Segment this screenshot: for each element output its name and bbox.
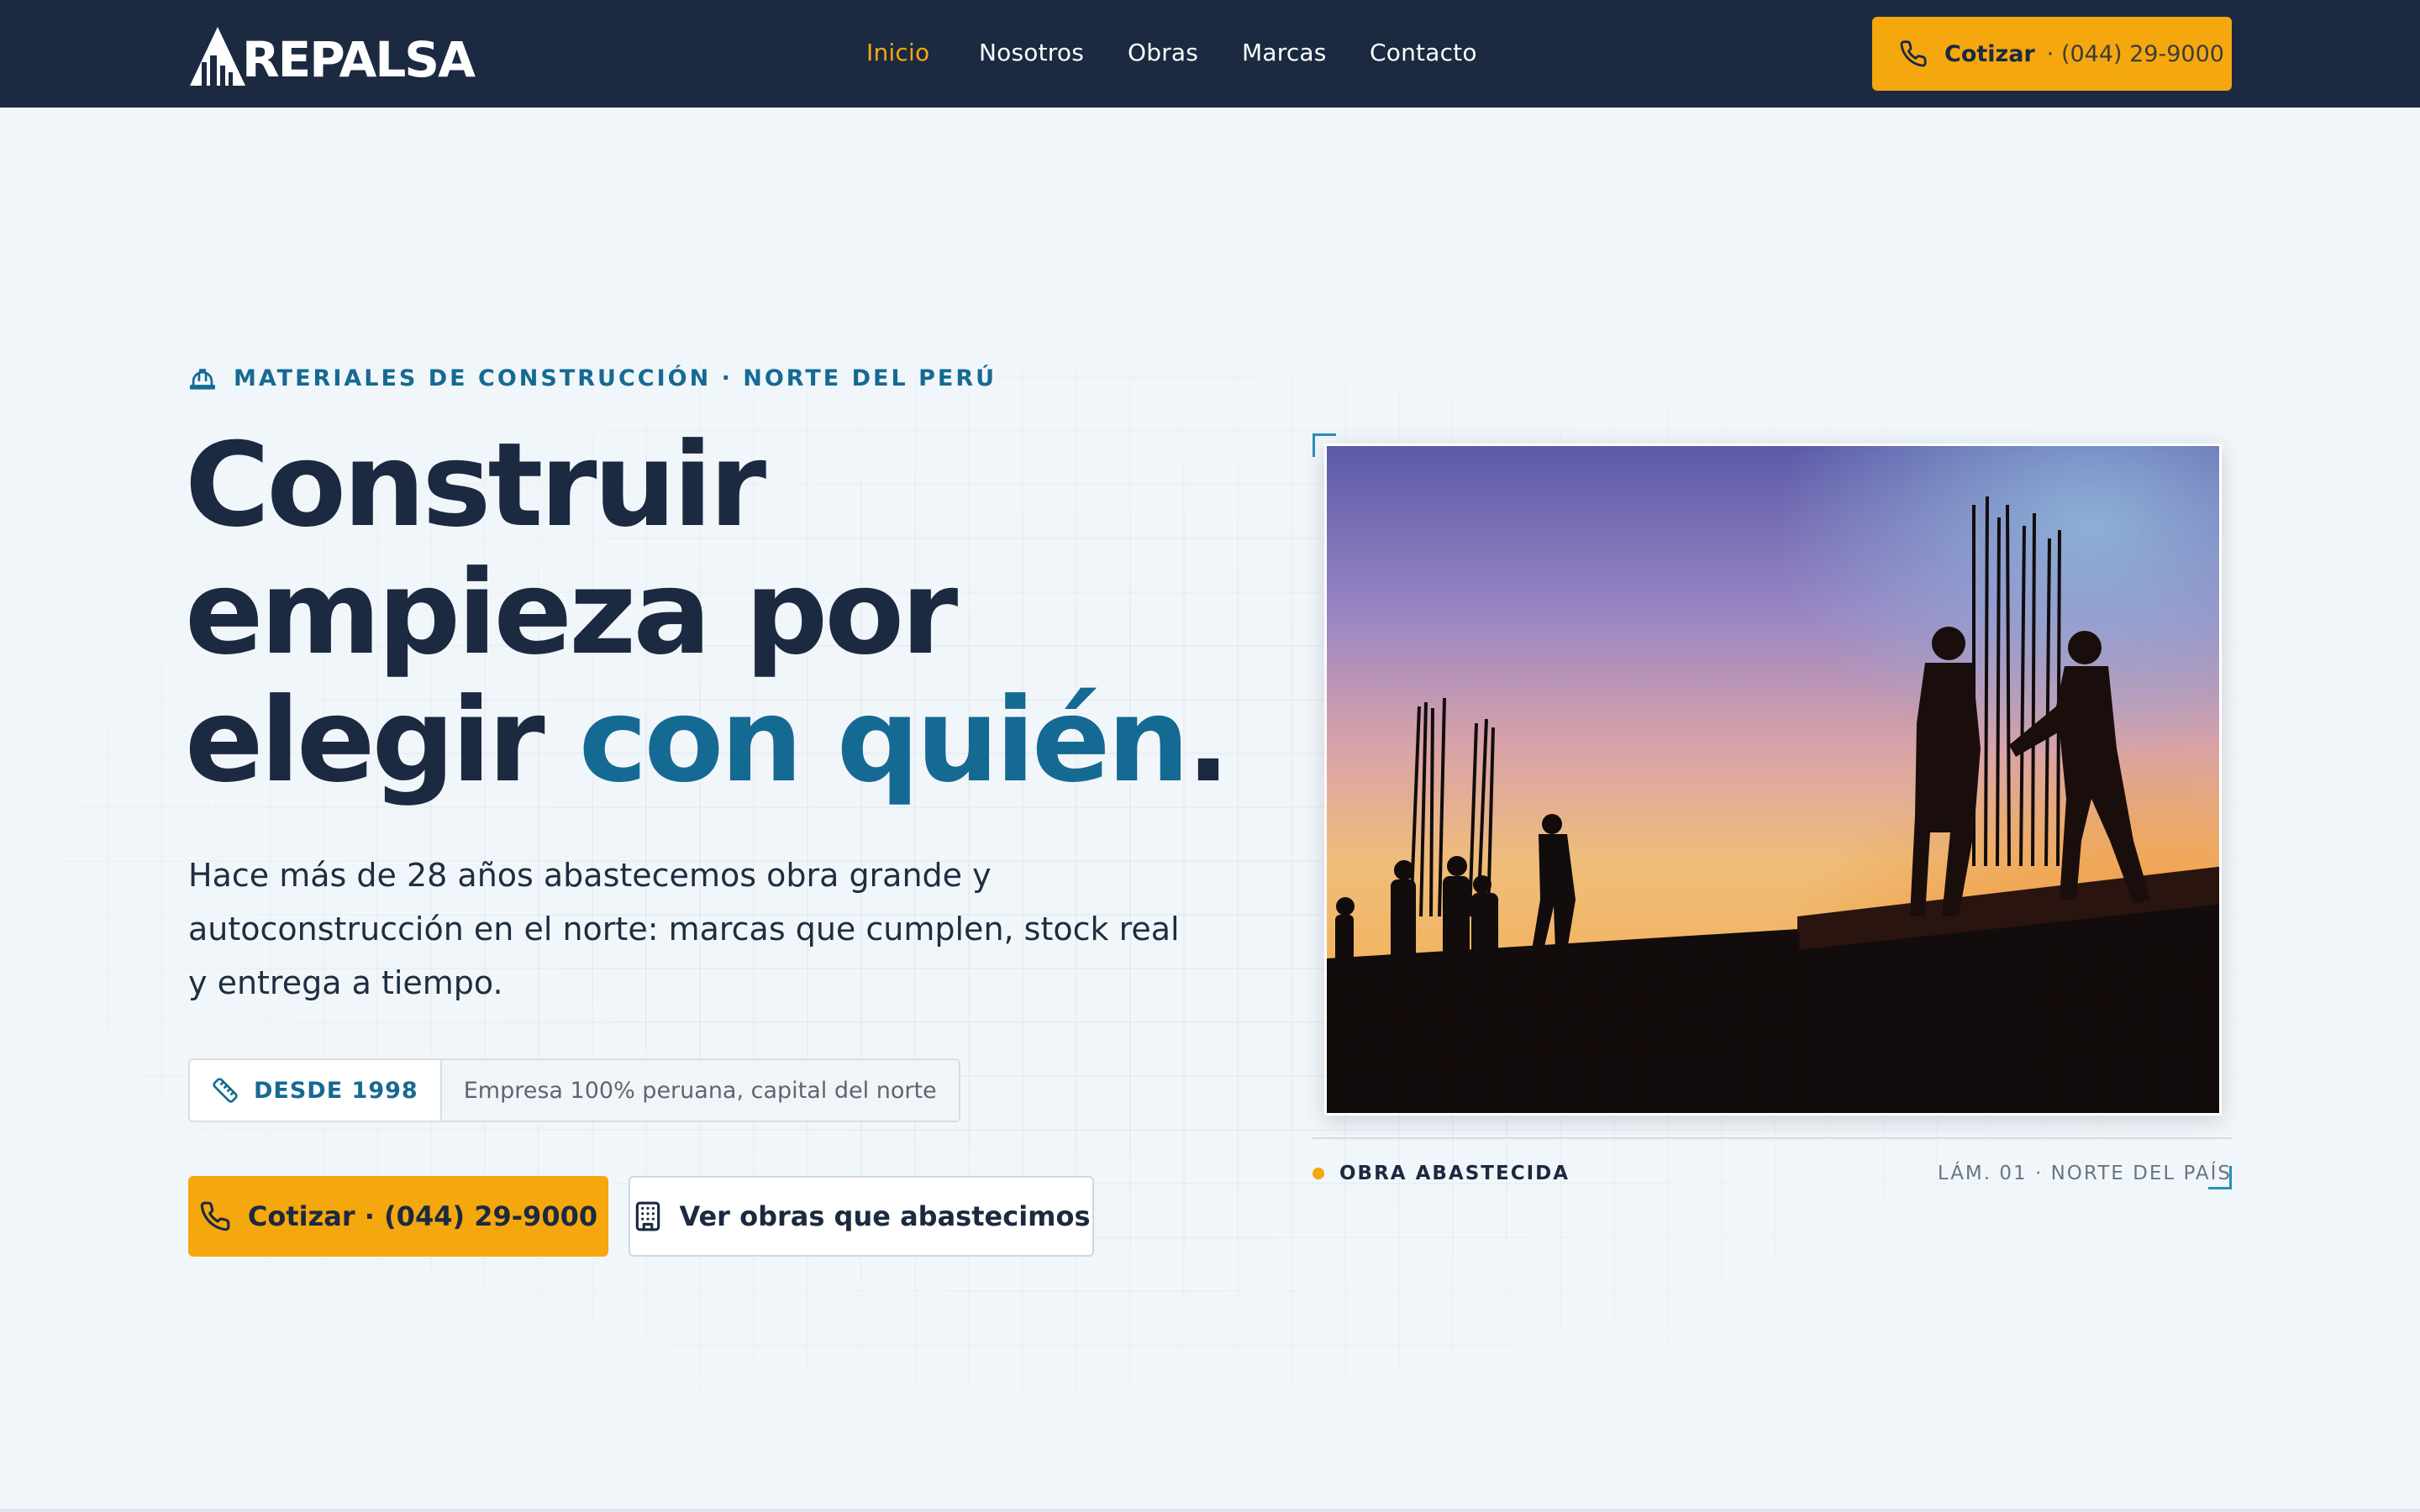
headline-line-3-plain: elegir bbox=[185, 673, 579, 808]
phone-icon bbox=[1900, 40, 1927, 67]
headline-line-1: Construir bbox=[185, 417, 766, 553]
status-dot-icon bbox=[1313, 1168, 1324, 1179]
since-badge-text: Empresa 100% peruana, capital del norte bbox=[441, 1060, 959, 1121]
caption-left: OBRA ABASTECIDA bbox=[1313, 1161, 1570, 1186]
view-projects-button[interactable]: Ver obras que abastecimos bbox=[629, 1176, 1094, 1257]
construction-photo bbox=[1324, 444, 2222, 1116]
nav-quote-label: Cotizar bbox=[1944, 40, 2035, 67]
view-projects-button-label: Ver obras que abastecimos bbox=[679, 1200, 1091, 1232]
phone-icon bbox=[200, 1201, 230, 1231]
ruler-icon bbox=[213, 1078, 238, 1103]
hero-headline: Construir empieza por elegir con quién. bbox=[185, 422, 1277, 805]
nav-item-inicio[interactable]: Inicio bbox=[866, 39, 929, 66]
hero-quote-button[interactable]: Cotizar · (044) 29-9000 bbox=[188, 1176, 608, 1257]
hero-quote-button-label: Cotizar · (044) 29-9000 bbox=[247, 1200, 598, 1232]
nav-item-obras[interactable]: Obras bbox=[1128, 39, 1198, 66]
caption-left-text: OBRA ABASTECIDA bbox=[1339, 1163, 1570, 1184]
hero-lead-paragraph: Hace más de 28 años abastecemos obra gra… bbox=[188, 857, 1180, 1001]
hard-hat-icon bbox=[189, 369, 215, 390]
since-badge-year: DESDE 1998 bbox=[254, 1077, 418, 1104]
headline-period: . bbox=[1186, 673, 1230, 808]
nav-item-nosotros[interactable]: Nosotros bbox=[979, 39, 1084, 66]
building-icon bbox=[636, 1201, 660, 1231]
corner-mark-bottom-right bbox=[2208, 1166, 2232, 1189]
hero-figure: OBRA ABASTECIDA LÁM. 01 · NORTE DEL PAÍS bbox=[1313, 433, 2232, 1189]
headline-line-3: elegir con quién. bbox=[185, 677, 1277, 805]
nav-item-marcas[interactable]: Marcas bbox=[1242, 39, 1327, 66]
nav-item-contacto[interactable]: Contacto bbox=[1370, 39, 1477, 66]
section-bottom-border bbox=[0, 1509, 2420, 1512]
since-badge: DESDE 1998 Empresa 100% peruana, capital… bbox=[188, 1058, 960, 1122]
headline-accent: con quién bbox=[578, 673, 1190, 808]
since-badge-label: DESDE 1998 bbox=[190, 1060, 442, 1121]
hero-eyebrow-text: MATERIALES DE CONSTRUCCIÓN · NORTE DEL P… bbox=[234, 365, 997, 391]
caption-divider bbox=[1313, 1137, 2232, 1139]
caption-right: LÁM. 01 · NORTE DEL PAÍS bbox=[1937, 1163, 2232, 1184]
headline-line-2: empieza por bbox=[185, 545, 958, 680]
hero-eyebrow: MATERIALES DE CONSTRUCCIÓN · NORTE DEL P… bbox=[188, 363, 997, 393]
nav-quote-phone: · (044) 29-9000 bbox=[2046, 40, 2224, 67]
nav-quote-button[interactable]: Cotizar · (044) 29-9000 bbox=[1872, 17, 2232, 91]
top-navbar: REPALSA Inicio Nosotros Obras Marcas Con… bbox=[0, 0, 2420, 108]
